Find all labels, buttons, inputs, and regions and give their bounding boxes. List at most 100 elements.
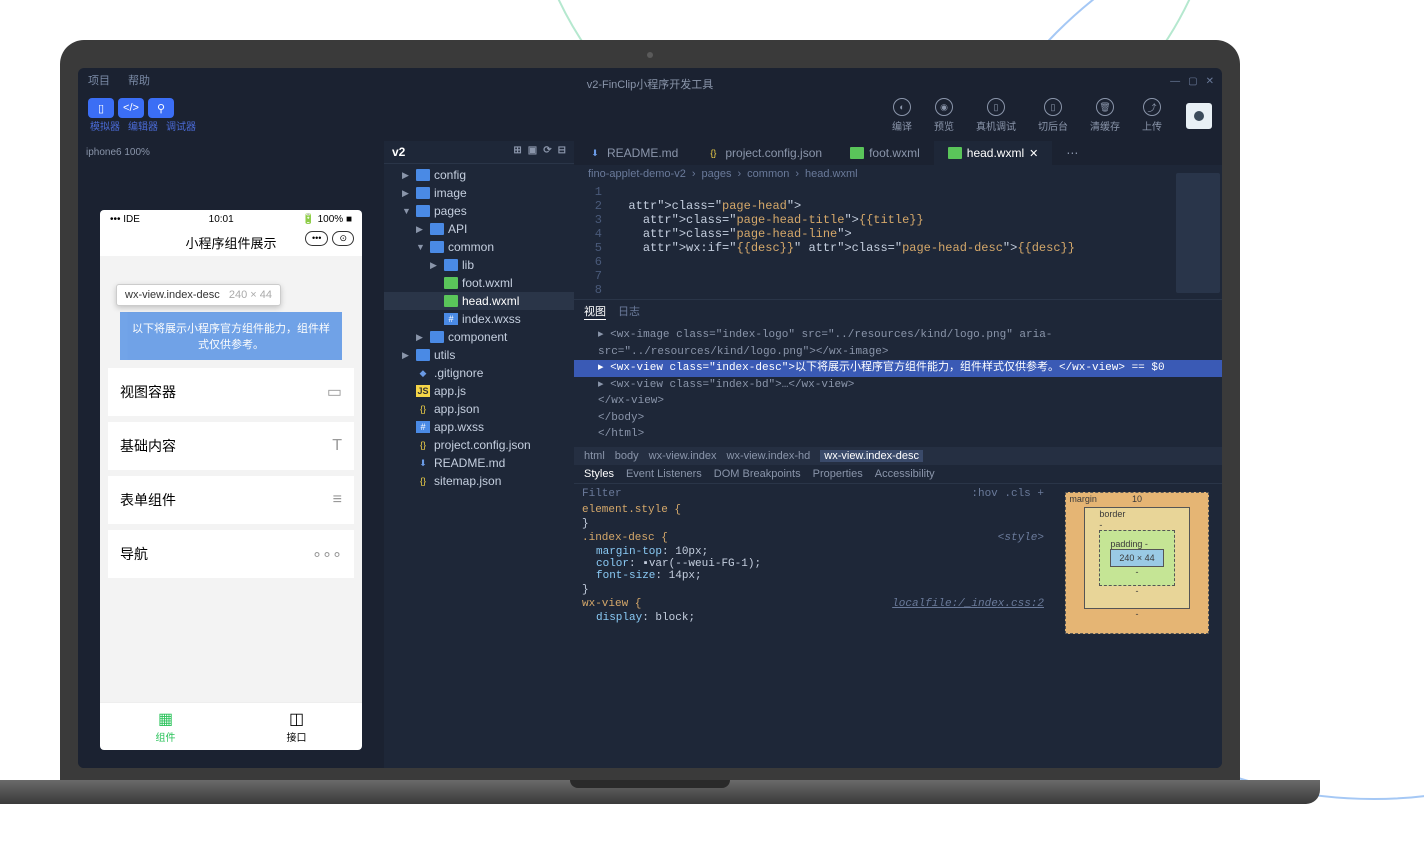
inspector-panel: 视图 日志 ▸ <wx-image class="index-logo" src…: [574, 299, 1222, 768]
app-title: 小程序组件展示 ••• ⊙: [100, 229, 362, 256]
editor-tabs: ⬇README.md {}project.config.json foot.wx…: [574, 141, 1222, 165]
folder-icon: [430, 331, 444, 343]
file-app-js[interactable]: JSapp.js: [384, 382, 574, 400]
laptop-frame: 项目 帮助 v2-FinClip小程序开发工具 — ▢ ✕ ▯ </> ⚲ 模拟…: [60, 40, 1240, 804]
project-root[interactable]: v2 ⊞ ▣ ⟳ ⊟: [384, 141, 574, 164]
file-app-wxss[interactable]: #app.wxss: [384, 418, 574, 436]
tab-styles[interactable]: Styles: [584, 468, 614, 480]
list-item-nav[interactable]: 导航∘∘∘: [108, 530, 354, 578]
background-button[interactable]: ▯切后台: [1032, 98, 1074, 133]
folder-config[interactable]: ▶config: [384, 166, 574, 184]
crumb-html[interactable]: html: [584, 450, 605, 462]
more-icon: ∘∘∘: [312, 544, 342, 564]
clear-cache-button[interactable]: 🗑清缓存: [1084, 98, 1126, 133]
tab-component[interactable]: ▦组件: [100, 703, 231, 750]
minimap[interactable]: [1176, 173, 1220, 293]
collapse-icon[interactable]: ⊟: [558, 145, 566, 159]
tab-more[interactable]: ⋯: [1052, 141, 1092, 165]
wxss-icon: #: [416, 421, 430, 433]
crumb-hd[interactable]: wx-view.index-hd: [727, 450, 811, 462]
file-gitignore[interactable]: ◆.gitignore: [384, 364, 574, 382]
tab-foot-wxml[interactable]: foot.wxml: [836, 141, 934, 165]
file-project-config[interactable]: {}project.config.json: [384, 436, 574, 454]
json-icon: {}: [706, 147, 720, 159]
breadcrumb-item[interactable]: head.wxml: [805, 168, 858, 180]
file-head-wxml[interactable]: head.wxml: [384, 292, 574, 310]
device-info: iphone6 100%: [86, 145, 376, 166]
folder-api[interactable]: ▶API: [384, 220, 574, 238]
preview-button[interactable]: ◉预览: [928, 98, 960, 133]
tab-event-listeners[interactable]: Event Listeners: [626, 468, 702, 480]
capsule-close-icon[interactable]: ⊙: [332, 231, 354, 246]
folder-common[interactable]: ▼common: [384, 238, 574, 256]
json-icon: {}: [416, 439, 430, 451]
tab-head-wxml[interactable]: head.wxml✕: [934, 141, 1053, 165]
upload-button[interactable]: ⤴上传: [1136, 98, 1168, 133]
phone-frame: ••• IDE 10:01 🔋 100% ■ 小程序组件展示 ••• ⊙ wx-…: [100, 210, 362, 750]
file-index-wxss[interactable]: #index.wxss: [384, 310, 574, 328]
wxss-icon: #: [444, 313, 458, 325]
inspector-tab-log[interactable]: 日志: [618, 303, 640, 320]
minimize-icon[interactable]: —: [1170, 76, 1180, 87]
folder-icon: [416, 205, 430, 217]
list-item-container[interactable]: 视图容器▭: [108, 368, 354, 416]
folder-utils[interactable]: ▶utils: [384, 346, 574, 364]
new-folder-icon[interactable]: ▣: [528, 145, 537, 159]
tab-accessibility[interactable]: Accessibility: [875, 468, 935, 480]
tab-close-icon[interactable]: ✕: [1029, 147, 1038, 160]
dom-tree[interactable]: ▸ <wx-image class="index-logo" src="../r…: [574, 323, 1222, 447]
list-icon: ≡: [333, 491, 342, 509]
remote-debug-button[interactable]: ▯真机调试: [970, 98, 1022, 133]
avatar[interactable]: [1186, 103, 1212, 129]
folder-component[interactable]: ▶component: [384, 328, 574, 346]
file-sitemap[interactable]: {}sitemap.json: [384, 472, 574, 490]
mode-simulator-label: 模拟器: [90, 118, 120, 133]
box-model: margin 10 border - padding - 240 × 44 - …: [1052, 484, 1222, 769]
file-app-json[interactable]: {}app.json: [384, 400, 574, 418]
tab-properties[interactable]: Properties: [813, 468, 863, 480]
preview-icon: ◉: [935, 98, 953, 116]
folder-image[interactable]: ▶image: [384, 184, 574, 202]
style-rules[interactable]: Filter :hov .cls + element.style { } <st…: [574, 484, 1052, 769]
md-icon: ⬇: [416, 457, 430, 469]
folder-lib[interactable]: ▶lib: [384, 256, 574, 274]
component-icon: ▦: [100, 709, 231, 729]
phone-icon: ▯: [987, 98, 1005, 116]
crumb-index[interactable]: wx-view.index: [649, 450, 717, 462]
mode-simulator-icon[interactable]: ▯: [88, 98, 114, 118]
inspector-tabs: 视图 日志: [574, 300, 1222, 323]
breadcrumb-item[interactable]: common: [747, 168, 789, 180]
refresh-icon[interactable]: ⟳: [543, 145, 551, 159]
mode-editor-icon[interactable]: </>: [118, 98, 144, 118]
highlighted-desc[interactable]: 以下将展示小程序官方组件能力，组件样式仅供参考。: [120, 312, 342, 360]
text-icon: T: [332, 437, 342, 455]
capsule-more-icon[interactable]: •••: [305, 231, 328, 246]
filter-input[interactable]: Filter: [582, 488, 622, 500]
mode-debugger-icon[interactable]: ⚲: [148, 98, 174, 118]
tab-dom-breakpoints[interactable]: DOM Breakpoints: [714, 468, 801, 480]
wxml-icon: [948, 147, 962, 159]
crumb-body[interactable]: body: [615, 450, 639, 462]
list-item-basic[interactable]: 基础内容T: [108, 422, 354, 470]
compile-button[interactable]: ◐编译: [886, 98, 918, 133]
file-readme[interactable]: ⬇README.md: [384, 454, 574, 472]
breadcrumb-item[interactable]: fino-applet-demo-v2: [588, 168, 686, 180]
folder-pages[interactable]: ▼pages: [384, 202, 574, 220]
folder-icon: [416, 187, 430, 199]
breadcrumb-item[interactable]: pages: [702, 168, 732, 180]
api-icon: ◫: [231, 709, 362, 729]
new-file-icon[interactable]: ⊞: [513, 145, 521, 159]
tab-readme[interactable]: ⬇README.md: [574, 141, 692, 165]
code-editor[interactable]: 1 2 attr">class="page-head"> 3 attr">cla…: [574, 183, 1222, 299]
folder-icon: [416, 349, 430, 361]
tab-project-config[interactable]: {}project.config.json: [692, 141, 836, 165]
tab-api[interactable]: ◫接口: [231, 703, 362, 750]
inspector-tab-view[interactable]: 视图: [584, 303, 606, 320]
file-foot-wxml[interactable]: foot.wxml: [384, 274, 574, 292]
list-item-form[interactable]: 表单组件≡: [108, 476, 354, 524]
folder-icon: [430, 223, 444, 235]
filter-hov-cls[interactable]: :hov .cls +: [971, 488, 1044, 500]
maximize-icon[interactable]: ▢: [1188, 76, 1197, 87]
crumb-desc[interactable]: wx-view.index-desc: [820, 450, 923, 462]
close-icon[interactable]: ✕: [1206, 76, 1214, 87]
